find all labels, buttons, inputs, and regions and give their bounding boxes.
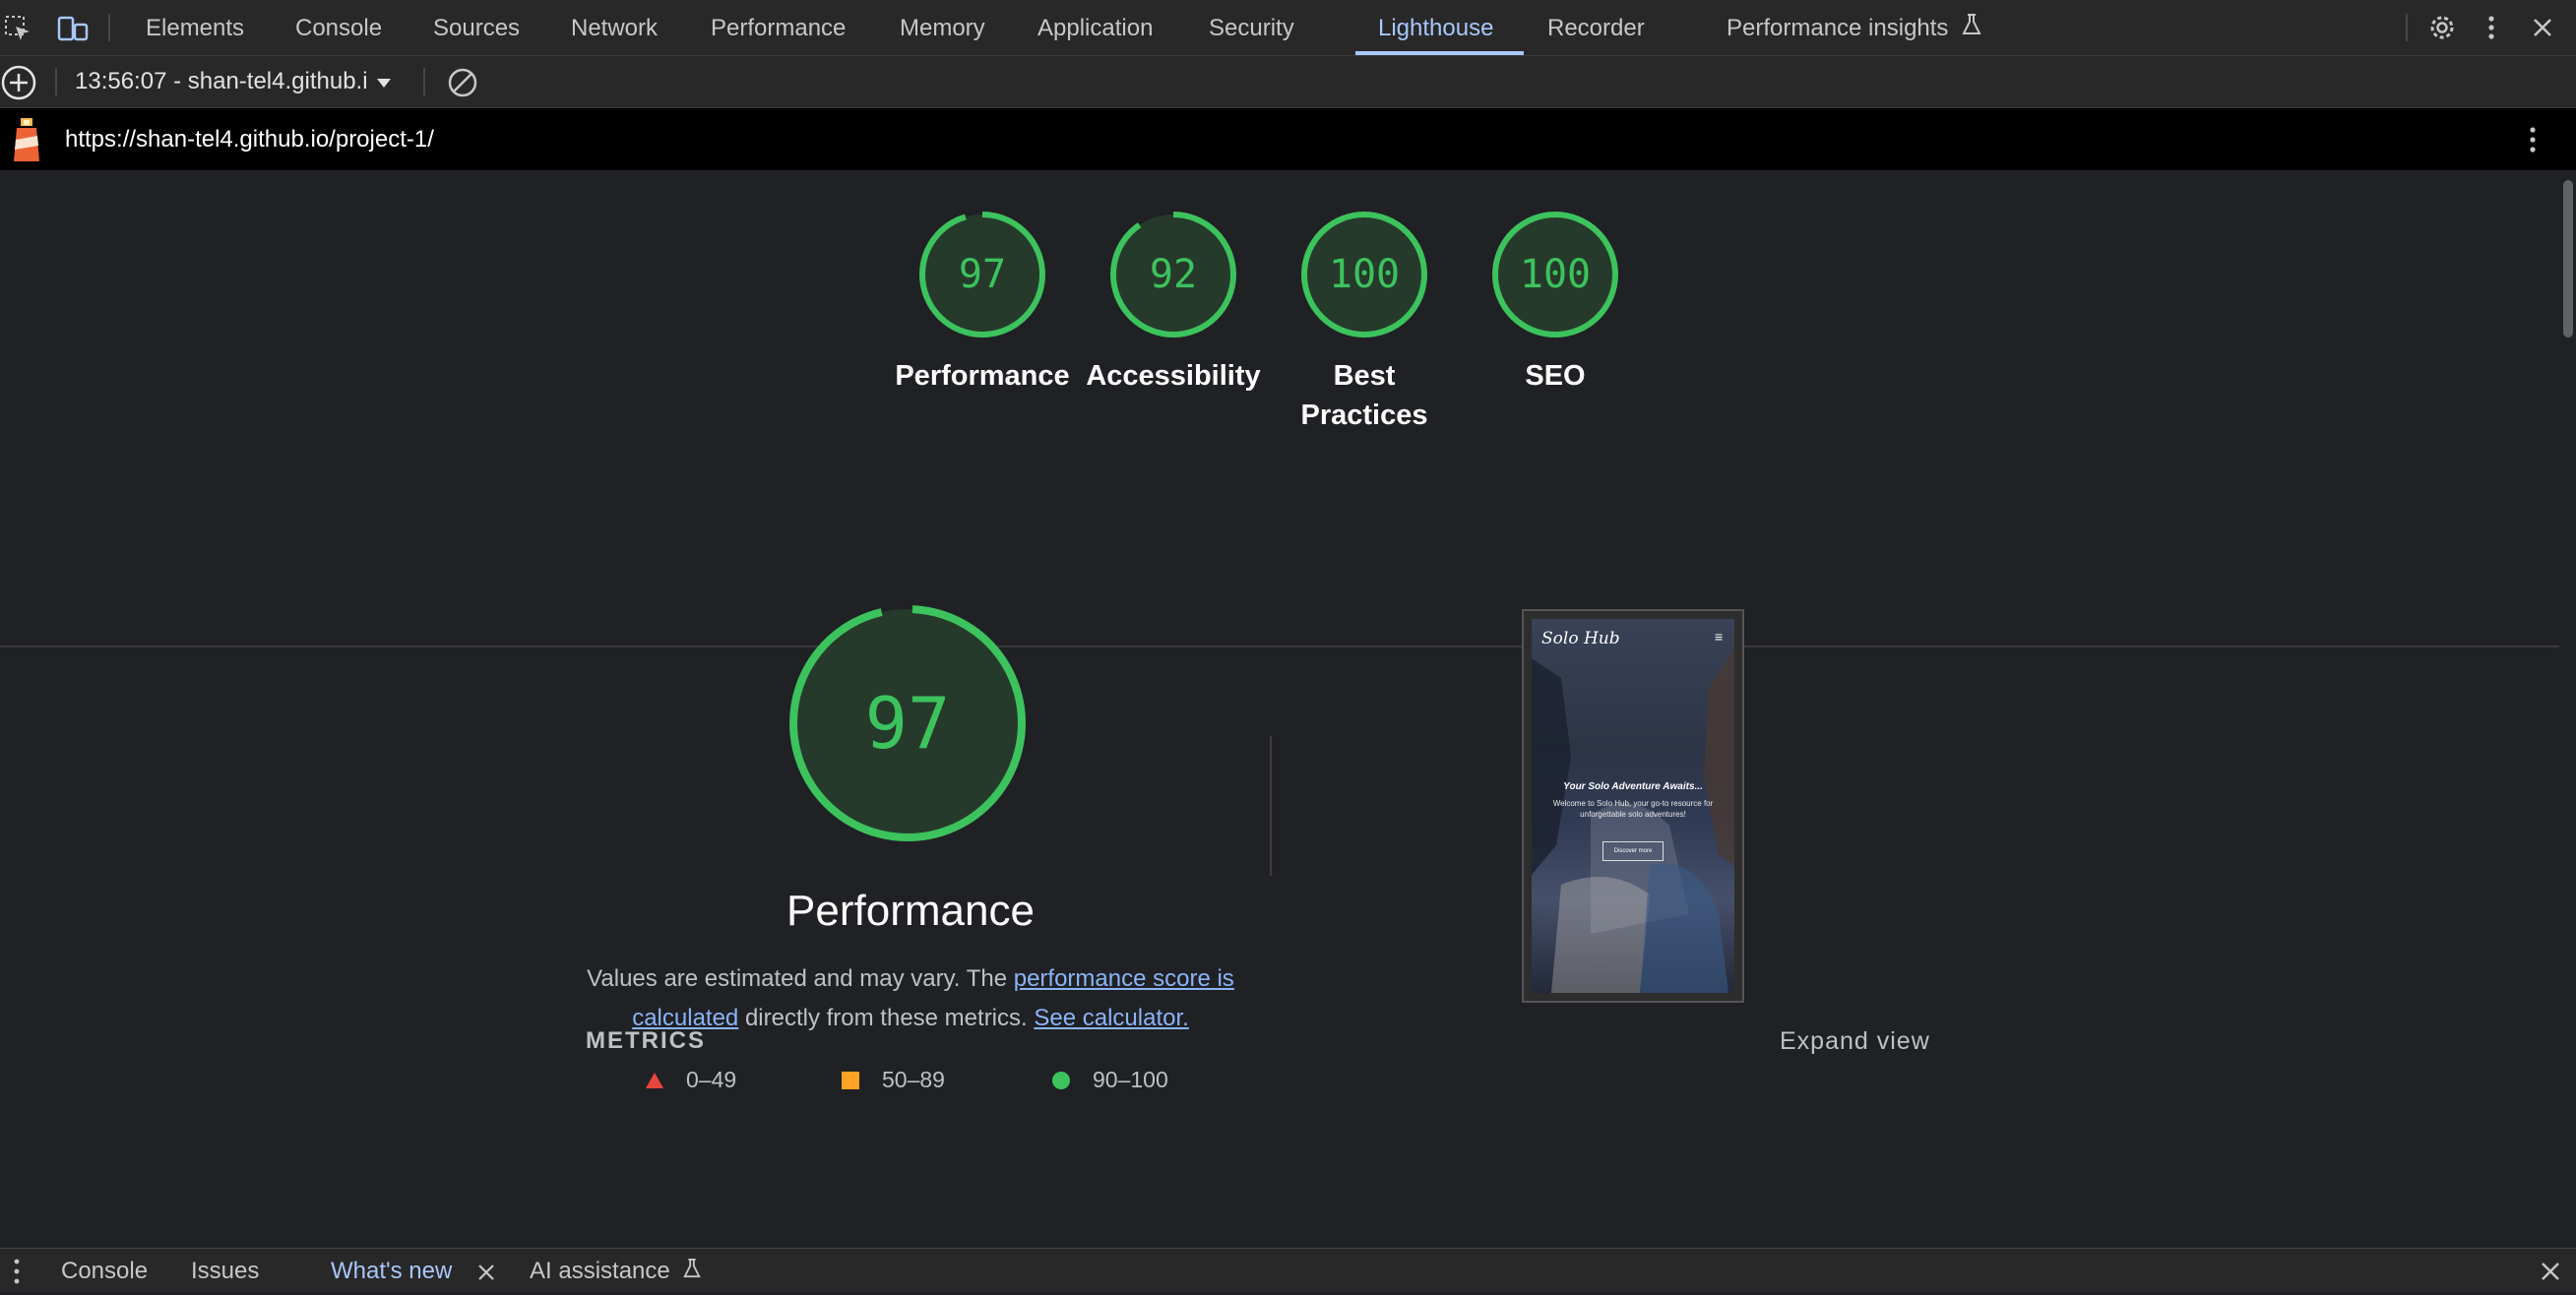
more-options-icon[interactable]	[2484, 14, 2498, 46]
performance-big-score: 97	[865, 682, 951, 765]
device-toolbar-icon[interactable]	[57, 15, 89, 47]
legend-average: 50–89	[841, 1067, 945, 1093]
average-square-icon	[842, 1072, 859, 1089]
tab-security[interactable]: Security	[1209, 0, 1294, 55]
tab-lighthouse[interactable]: Lighthouse	[1378, 0, 1493, 55]
thumbnail-discover-button: Discover more	[1602, 841, 1664, 861]
legend-fail: 0–49	[645, 1067, 736, 1093]
devtools-tab-bar: Elements Console Sources Network Perform…	[0, 0, 2576, 56]
desc-middle: directly from these metrics.	[738, 1005, 1035, 1031]
tab-recorder[interactable]: Recorder	[1547, 0, 1645, 55]
lighthouse-report: 97 Performance 92 Accessibility 100 Best Prac…	[0, 170, 2559, 1247]
inspect-element-icon[interactable]	[4, 15, 31, 47]
report-select-dropdown[interactable]: 13:56:07 - shan-tel4.github.i	[75, 56, 392, 107]
thumbnail-subtext: Welcome to Solo Hub, your go-to resource…	[1552, 799, 1714, 819]
accessibility-score: 92	[1150, 252, 1197, 297]
drawer-menu-icon[interactable]	[12, 1257, 22, 1291]
thumbnail-brand: Solo Hub	[1541, 629, 1620, 648]
scrollbar-thumb[interactable]	[2563, 180, 2573, 338]
close-drawer-icon[interactable]	[2541, 1262, 2560, 1286]
page-screenshot-thumbnail[interactable]: Solo Hub ≡ Your Solo Adventure Awaits...…	[1522, 609, 1744, 1003]
active-tab-indicator	[1355, 51, 1524, 55]
expand-view-toggle[interactable]: Expand view	[1780, 1027, 1930, 1056]
experiment-flask-icon	[682, 1250, 702, 1295]
drawer-tab-ai-assistance[interactable]: AI assistance	[530, 1249, 702, 1295]
performance-gauge[interactable]: 97	[917, 210, 1047, 339]
new-report-plus-icon[interactable]	[0, 64, 37, 106]
experiment-flask-icon	[1961, 1, 1982, 58]
report-select-value: 13:56:07 - shan-tel4.github.i	[75, 68, 368, 94]
seo-score: 100	[1520, 252, 1591, 297]
report-menu-icon[interactable]	[2526, 125, 2540, 159]
settings-gear-icon[interactable]	[2427, 13, 2457, 47]
tab-sources[interactable]: Sources	[433, 0, 520, 55]
performance-description: Values are estimated and may vary. The p…	[581, 959, 1240, 1038]
report-scrollbar[interactable]	[2559, 170, 2576, 1247]
legend-pass-label: 90–100	[1093, 1067, 1168, 1092]
tab-elements[interactable]: Elements	[146, 0, 244, 55]
drawer-tab-console[interactable]: Console	[61, 1249, 148, 1294]
accessibility-label: Accessibility	[1086, 360, 1261, 392]
tab-performance-insights-label: Performance insights	[1727, 15, 1949, 41]
ai-assistance-label: AI assistance	[530, 1258, 670, 1284]
bottom-drawer: Console Issues What's new AI assistance	[0, 1248, 2576, 1292]
drawer-tab-issues[interactable]: Issues	[191, 1249, 259, 1294]
chevron-down-icon	[376, 56, 392, 107]
lighthouse-logo-icon	[10, 116, 43, 168]
report-url[interactable]: https://shan-tel4.github.io/project-1/	[65, 108, 434, 170]
best-practices-gauge[interactable]: 100	[1299, 210, 1429, 339]
best-practices-score: 100	[1329, 252, 1400, 297]
best-practices-label: Best Practices	[1300, 360, 1428, 431]
performance-label: Performance	[895, 360, 1070, 392]
performance-title: Performance	[786, 887, 1035, 935]
tab-memory[interactable]: Memory	[900, 0, 985, 55]
tab-network[interactable]: Network	[571, 0, 658, 55]
accessibility-gauge[interactable]: 92	[1108, 210, 1238, 339]
pass-circle-icon	[1052, 1072, 1070, 1089]
hamburger-menu-icon: ≡	[1715, 629, 1724, 645]
close-devtools-icon[interactable]	[2532, 17, 2553, 43]
seo-gauge[interactable]: 100	[1490, 210, 1620, 339]
seo-label: SEO	[1525, 360, 1586, 392]
tab-performance[interactable]: Performance	[711, 0, 846, 55]
fail-triangle-icon	[646, 1073, 663, 1088]
legend-average-label: 50–89	[882, 1067, 945, 1092]
lighthouse-toolbar: 13:56:07 - shan-tel4.github.i	[0, 56, 2576, 108]
performance-score: 97	[959, 252, 1006, 297]
tab-console[interactable]: Console	[295, 0, 382, 55]
clear-block-icon[interactable]	[447, 67, 478, 103]
desc-prefix: Values are estimated and may vary. The	[587, 965, 1014, 992]
vertical-divider	[1270, 736, 1272, 876]
thumbnail-page: Solo Hub ≡ Your Solo Adventure Awaits...…	[1532, 619, 1734, 993]
report-url-bar: https://shan-tel4.github.io/project-1/	[0, 108, 2576, 170]
performance-big-gauge: 97	[789, 605, 1026, 841]
legend-pass: 90–100	[1051, 1067, 1168, 1093]
tab-performance-insights[interactable]: Performance insights	[1727, 0, 1982, 55]
tab-application[interactable]: Application	[1037, 0, 1153, 55]
legend-fail-label: 0–49	[686, 1067, 737, 1092]
metrics-heading: METRICS	[586, 1027, 706, 1054]
drawer-tab-whats-new[interactable]: What's new	[331, 1249, 452, 1294]
section-divider	[0, 646, 2559, 648]
close-whats-new-icon[interactable]	[477, 1264, 495, 1286]
thumbnail-headline: Your Solo Adventure Awaits...	[1563, 781, 1703, 792]
see-calculator-link[interactable]: See calculator.	[1034, 1005, 1188, 1031]
